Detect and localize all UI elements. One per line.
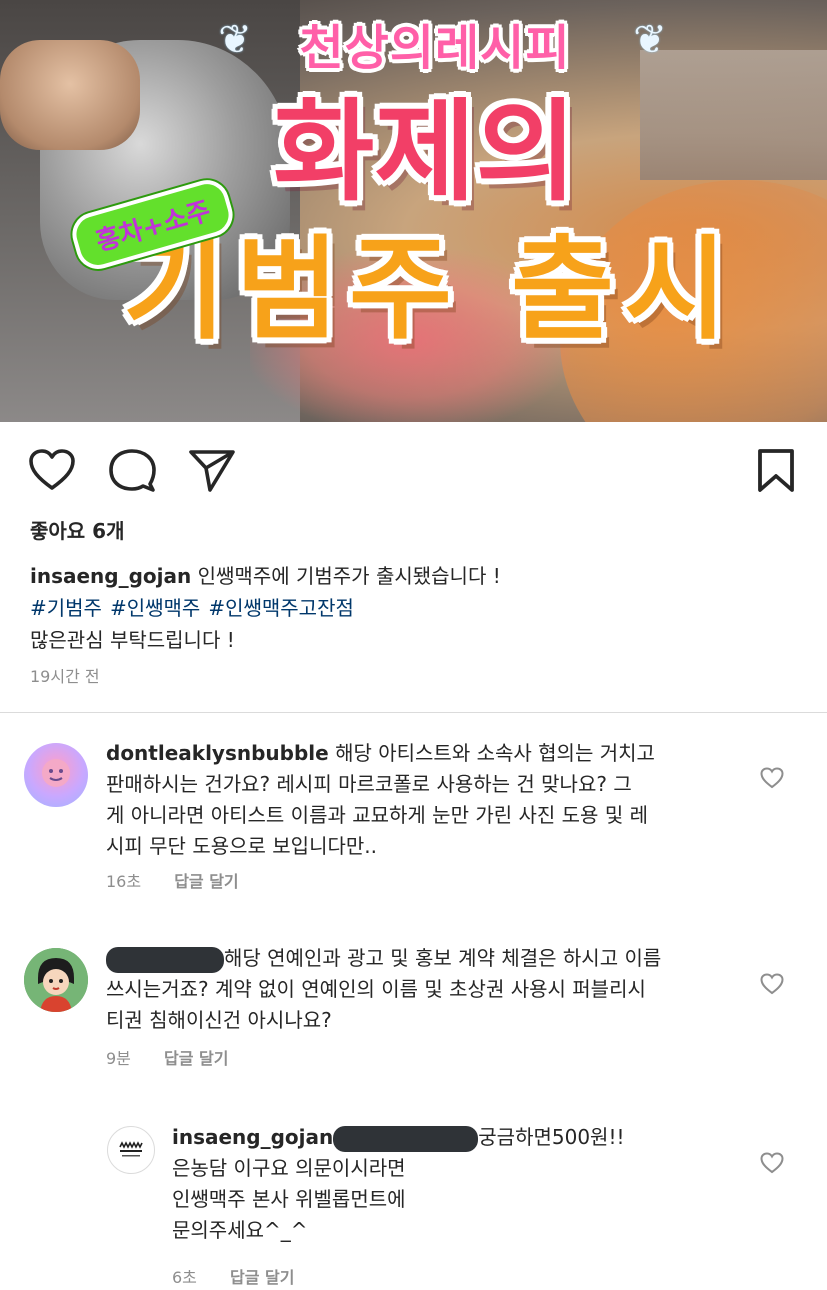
comment-text-line: 판매하시는 건가요? 레시피 마르코폴로 사용하는 건 맞나요? 그: [106, 772, 632, 796]
comment-like-heart-icon[interactable]: [760, 1152, 784, 1178]
hashtag-link[interactable]: #기범주: [30, 596, 102, 620]
image-background-room: [640, 50, 827, 180]
heart-icon[interactable]: [28, 448, 76, 492]
caption-line-3: 많은관심 부탁드립니다 !: [30, 628, 235, 652]
comment-time: 9분: [106, 1049, 131, 1068]
caption-hashtags: #기범주 #인쌩맥주 #인쌩맥주고잔점: [30, 592, 362, 621]
hand-photo: [0, 40, 140, 150]
likes-count[interactable]: 좋아요 6개: [30, 515, 124, 544]
comment-username[interactable]: dontleaklysnbubble: [106, 741, 329, 765]
comment-meta: 6초 답글 달기: [172, 1264, 294, 1288]
avatar[interactable]: [107, 1126, 155, 1174]
comment-text-line: 문의주세요^_^: [172, 1218, 308, 1242]
comment-text-line: 게 아니라면 아티스트 이름과 교묘하게 눈만 가린 사진 도용 및 레: [106, 803, 648, 827]
redacted-username: [106, 946, 224, 973]
comment-text: 해당 아티스트와 소속사 협의는 거치고: [335, 741, 655, 765]
bookmark-icon[interactable]: [756, 448, 796, 494]
comment-text: 해당 연예인과 광고 및 홍보 계약 체결은 하시고 이름: [224, 946, 662, 970]
hashtag-link[interactable]: #인쌩맥주: [110, 596, 200, 620]
comment-icon[interactable]: [108, 448, 156, 494]
comment-text-line: 티권 침해이신건 아시나요?: [106, 1008, 332, 1032]
post-timestamp: 19시간 전: [30, 667, 100, 686]
comment-text-line: 쓰시는거죠? 계약 없이 연예인의 이름 및 초상권 사용시 퍼블리시: [106, 977, 646, 1001]
image-top-title: 천상의레시피: [299, 20, 571, 76]
comment-text-line: 은농담 이구요 의문이시라면: [172, 1156, 406, 1180]
avatar[interactable]: [24, 948, 88, 1012]
send-icon[interactable]: [188, 448, 236, 494]
comment-username[interactable]: insaeng_gojan: [172, 1125, 333, 1149]
comment-2: 해당 연예인과 광고 및 홍보 계약 체결은 하시고 이름 쓰시는거죠? 계약 …: [106, 943, 746, 1036]
comment-meta: 16초 답글 달기: [106, 868, 239, 892]
comment-time: 6초: [172, 1268, 197, 1287]
comment-3: insaeng_gojan 궁금하면500원!! 은농담 이구요 의문이시라면 인…: [172, 1122, 752, 1246]
comment-text-line: 시피 무단 도용으로 보입니다만..: [106, 834, 377, 858]
hashtag-link[interactable]: #인쌩맥주고잔점: [208, 596, 354, 620]
reply-button[interactable]: 답글 달기: [174, 872, 238, 891]
image-main-title-line2: 기범주 출시: [122, 225, 738, 355]
caption-text: 인쌩맥주에 기범주가 출시됐습니다 !: [197, 564, 501, 588]
caption-username[interactable]: insaeng_gojan: [30, 564, 191, 588]
redacted-mention: [333, 1125, 479, 1152]
avatar[interactable]: [24, 743, 88, 807]
comment-meta: 9분 답글 달기: [106, 1045, 228, 1069]
image-main-title-line1: 화제의: [273, 88, 577, 216]
comment-time: 16초: [106, 872, 142, 891]
comment-text-line: 인쌩맥주 본사 위벨롭먼트에: [172, 1187, 406, 1211]
reply-button[interactable]: 답글 달기: [230, 1268, 294, 1287]
divider: [0, 712, 827, 713]
post-image[interactable]: ❦ ❦ 천상의레시피 화제의 기범주 출시 홍차+소주: [0, 0, 827, 422]
comment-text: 궁금하면500원!!: [478, 1125, 625, 1149]
comment-like-heart-icon[interactable]: [760, 767, 784, 793]
reply-button[interactable]: 답글 달기: [164, 1049, 228, 1068]
comment-like-heart-icon[interactable]: [760, 973, 784, 999]
caption-line: insaeng_gojan 인쌩맥주에 기범주가 출시됐습니다 !: [30, 560, 501, 589]
comment-1: dontleaklysnbubble 해당 아티스트와 소속사 협의는 거치고 …: [106, 738, 746, 862]
